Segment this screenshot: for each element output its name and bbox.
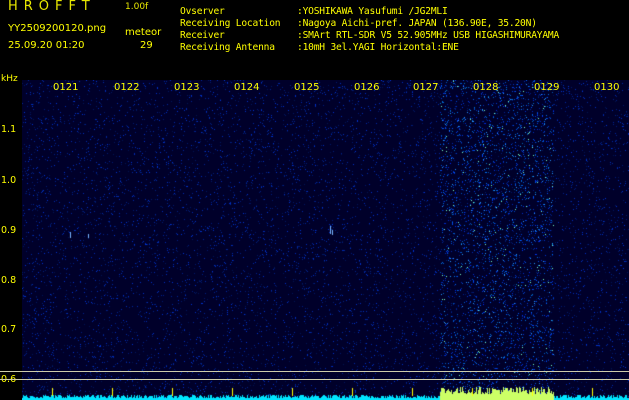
- info-key: Receiving Antenna: [180, 42, 275, 53]
- info-value: :10mH 3el.YAGI Horizontal:ENE: [297, 42, 459, 53]
- info-location: Receiving Location :Nagoya Aichi-pref. JA…: [180, 18, 537, 29]
- meteor-label: meteor: [125, 27, 162, 38]
- x-tick-label: 0128: [473, 82, 499, 93]
- y-tick-label: 1.0: [1, 175, 17, 186]
- x-tick-label: 0126: [354, 82, 380, 93]
- info-receiver: Receiver :SMArt RTL-SDR V5 52.905MHz USB …: [180, 30, 559, 41]
- y-tick-label: 0.8: [1, 275, 17, 286]
- info-key: Receiver: [180, 30, 225, 41]
- y-tick-label: 0.9: [1, 225, 17, 236]
- info-value: :YOSHIKAWA Yasufumi /JG2MLI: [297, 6, 448, 17]
- meteor-count: 29: [140, 40, 153, 51]
- spectrogram-plot[interactable]: [22, 80, 629, 400]
- x-tick-label: 0122: [114, 82, 140, 93]
- x-tick-label: 0127: [413, 82, 439, 93]
- x-tick-label: 0123: [174, 82, 200, 93]
- reference-line: [0, 371, 629, 372]
- x-tick-label: 0125: [294, 82, 320, 93]
- app-logo: HROFFT: [8, 0, 96, 14]
- y-axis-unit: kHz: [1, 74, 18, 84]
- reference-line: [0, 379, 629, 380]
- info-antenna: Receiving Antenna :10mH 3el.YAGI Horizont…: [180, 42, 459, 53]
- x-tick-label: 0121: [53, 82, 79, 93]
- x-tick-label: 0130: [594, 82, 620, 93]
- x-tick-label: 0124: [234, 82, 260, 93]
- info-value: :SMArt RTL-SDR V5 52.905MHz USB HIGASHIM…: [297, 30, 560, 41]
- info-observer: Ovserver :YOSHIKAWA Yasufumi /JG2MLI: [180, 6, 448, 17]
- filename-label: YY2509200120.png: [8, 23, 107, 34]
- spectrogram-canvas: [22, 80, 629, 400]
- y-tick-label: 0.7: [1, 324, 17, 335]
- info-key: Receiving Location: [180, 18, 281, 29]
- datetime-label: 25.09.20 01:20: [8, 40, 85, 51]
- version-label: 1.00f: [125, 2, 149, 12]
- x-tick-label: 0129: [534, 82, 560, 93]
- info-key: Ovserver: [180, 6, 225, 17]
- info-value: :Nagoya Aichi-pref. JAPAN (136.90E, 35.2…: [297, 18, 537, 29]
- y-tick-label: 1.1: [1, 124, 17, 135]
